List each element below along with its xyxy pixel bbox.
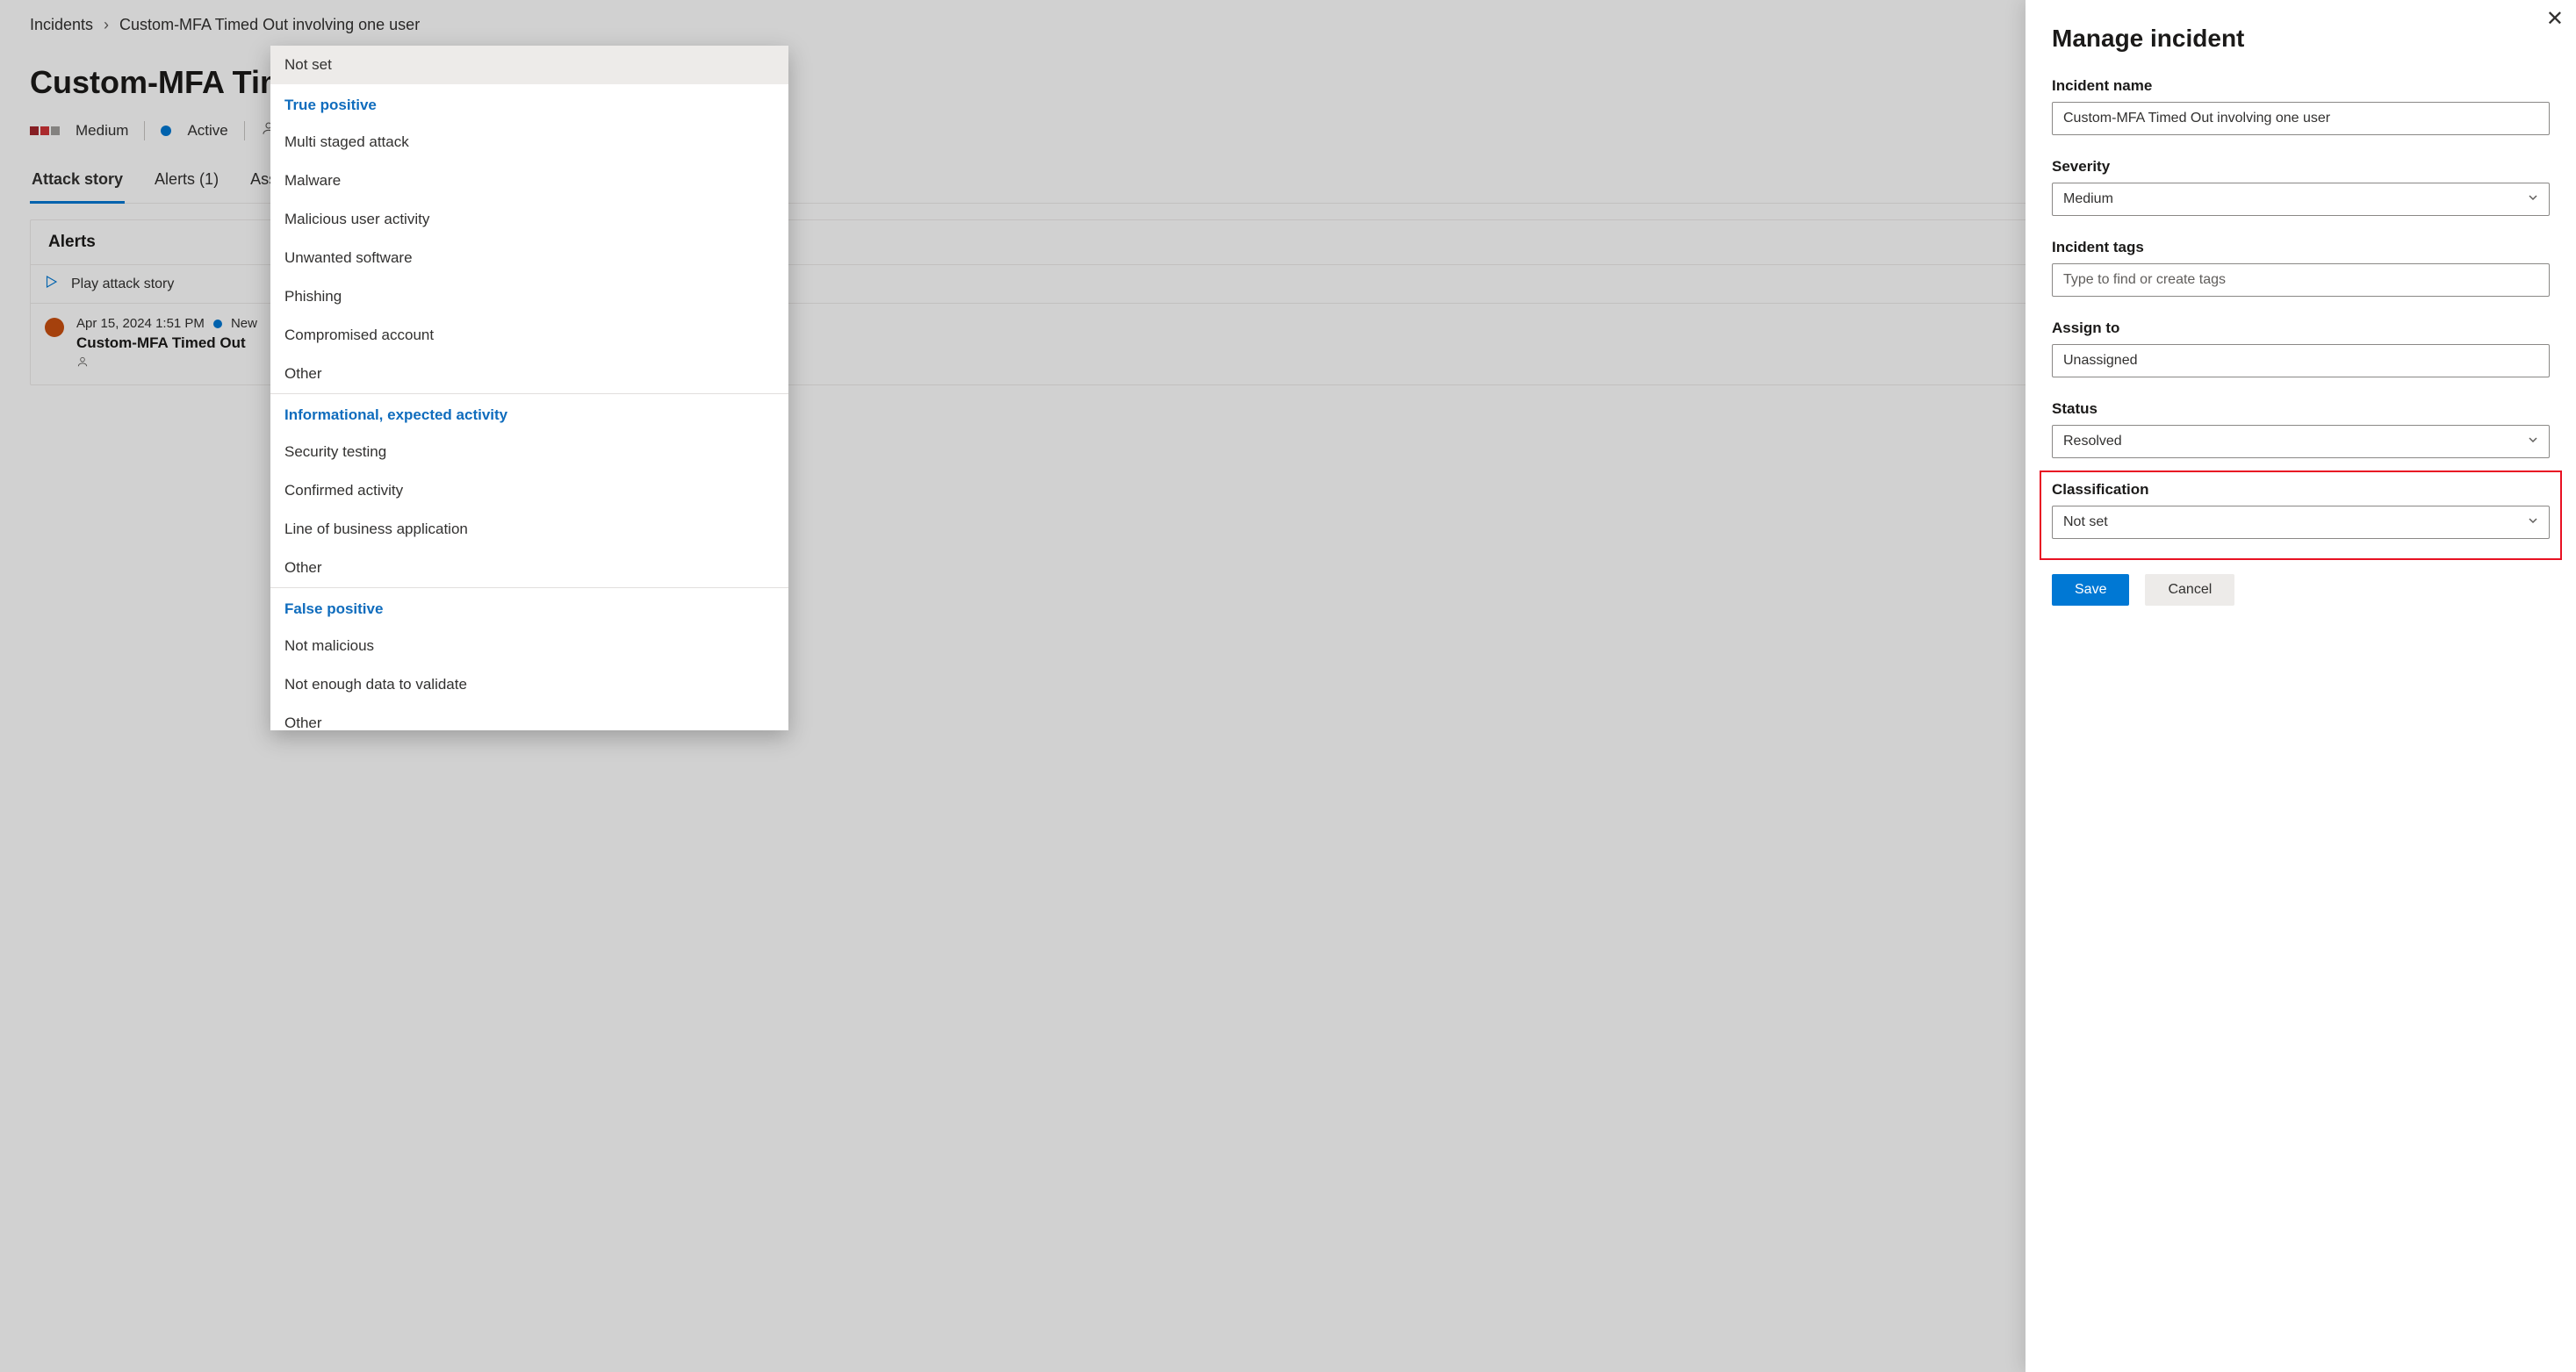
classification-option[interactable]: Other <box>270 704 788 730</box>
status-select-value: Resolved <box>2063 434 2122 449</box>
status-text: Active <box>187 122 227 140</box>
user-icon <box>76 352 257 372</box>
status-dot-icon <box>161 126 171 136</box>
classification-option[interactable]: Multi staged attack <box>270 123 788 162</box>
classification-option[interactable]: Other <box>270 549 788 587</box>
classification-option[interactable]: Other <box>270 355 788 393</box>
alert-timestamp: Apr 15, 2024 1:51 PM <box>76 316 205 331</box>
status-label: Status <box>2052 400 2550 418</box>
panel-title: Manage incident <box>2052 25 2550 53</box>
chevron-down-icon <box>2528 434 2538 449</box>
classification-option-not-set[interactable]: Not set <box>270 46 788 84</box>
incident-name-input[interactable] <box>2052 102 2550 135</box>
severity-select[interactable]: Medium <box>2052 183 2550 216</box>
classification-select-value: Not set <box>2063 514 2108 530</box>
severity-icon <box>30 126 60 135</box>
divider <box>244 121 245 140</box>
severity-select-value: Medium <box>2063 191 2113 207</box>
classification-highlight: Classification Not set <box>2040 471 2562 560</box>
assign-to-input[interactable] <box>2052 344 2550 377</box>
breadcrumb-root[interactable]: Incidents <box>30 16 93 34</box>
close-button[interactable]: ✕ <box>2546 9 2564 30</box>
classification-option[interactable]: Not malicious <box>270 627 788 665</box>
alert-title: Custom-MFA Timed Out <box>76 334 257 352</box>
classification-option[interactable]: Not enough data to validate <box>270 665 788 704</box>
close-icon: ✕ <box>2546 7 2564 31</box>
severity-label: Severity <box>2052 158 2550 176</box>
tags-label: Incident tags <box>2052 239 2550 256</box>
tab-alerts[interactable]: Alerts (1) <box>153 165 220 203</box>
classification-option[interactable]: Malware <box>270 162 788 200</box>
classification-option[interactable]: Security testing <box>270 433 788 471</box>
classification-option[interactable]: Unwanted software <box>270 239 788 277</box>
tab-attack-story[interactable]: Attack story <box>30 165 125 204</box>
save-button[interactable]: Save <box>2052 574 2129 606</box>
classification-option[interactable]: Malicious user activity <box>270 200 788 239</box>
tags-input[interactable] <box>2052 263 2550 297</box>
status-select[interactable]: Resolved <box>2052 425 2550 458</box>
classification-select[interactable]: Not set <box>2052 506 2550 539</box>
alert-state: New <box>231 316 257 331</box>
classification-group-header: Informational, expected activity <box>270 393 788 433</box>
play-icon <box>43 274 59 294</box>
chevron-down-icon <box>2528 191 2538 207</box>
classification-option[interactable]: Phishing <box>270 277 788 316</box>
divider <box>144 121 145 140</box>
chevron-down-icon <box>2528 514 2538 530</box>
classification-group-header: True positive <box>270 84 788 123</box>
assign-to-label: Assign to <box>2052 320 2550 337</box>
severity-text: Medium <box>76 122 128 140</box>
cancel-button[interactable]: Cancel <box>2145 574 2234 606</box>
classification-option[interactable]: Line of business application <box>270 510 788 549</box>
breadcrumb-current: Custom-MFA Timed Out involving one user <box>119 16 420 34</box>
classification-option[interactable]: Confirmed activity <box>270 471 788 510</box>
status-dot-icon <box>213 320 222 328</box>
chevron-right-icon: › <box>104 16 109 34</box>
play-attack-story-button[interactable]: Play attack story <box>71 277 174 292</box>
manage-incident-panel: ✕ Manage incident Incident name Severity… <box>2026 0 2576 1372</box>
classification-group-header: False positive <box>270 587 788 627</box>
alert-severity-dot-icon <box>45 318 64 337</box>
classification-option[interactable]: Compromised account <box>270 316 788 355</box>
incident-name-label: Incident name <box>2052 77 2550 95</box>
classification-listbox[interactable]: Not setTrue positiveMulti staged attackM… <box>270 46 788 730</box>
classification-label: Classification <box>2052 481 2550 499</box>
